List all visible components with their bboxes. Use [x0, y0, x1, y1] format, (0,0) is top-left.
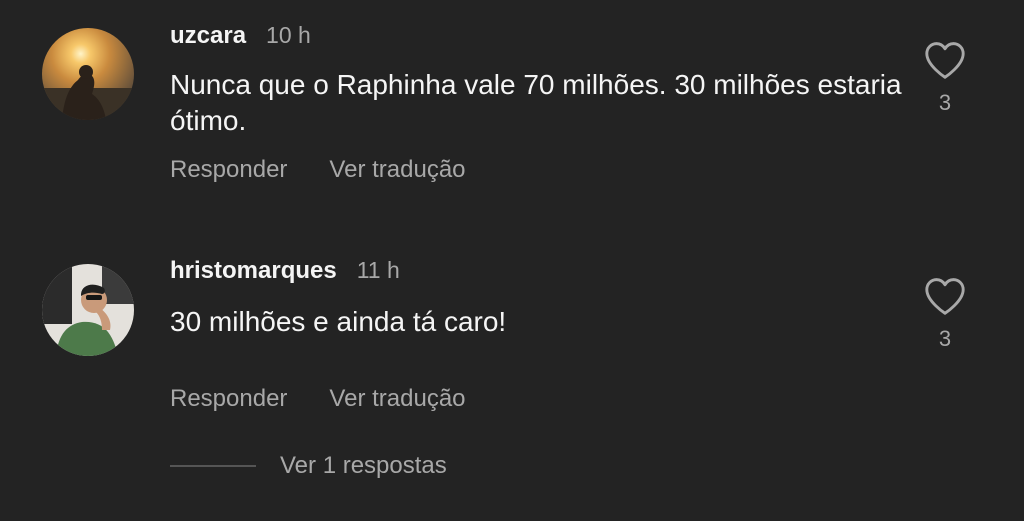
view-replies-toggle[interactable]: Ver 1 respostas [170, 452, 447, 480]
username[interactable]: hristomarques [170, 257, 337, 285]
comment-header: uzcara 10 h [170, 22, 311, 50]
reply-button[interactable]: Responder [170, 156, 287, 184]
comment-actions: Responder Ver tradução [170, 156, 508, 184]
translate-button[interactable]: Ver tradução [329, 156, 465, 184]
comment-text: Nunca que o Raphinha vale 70 milhões. 30… [170, 69, 902, 136]
comment-actions: Responder Ver tradução [170, 385, 508, 413]
like-area: 3 [918, 276, 972, 352]
heart-outline-icon[interactable] [923, 40, 967, 80]
replies-divider [170, 465, 256, 467]
like-area: 3 [918, 40, 972, 116]
comment-text: 30 milhões e ainda tá caro! [170, 306, 507, 337]
timestamp: 10 h [266, 22, 311, 48]
avatar-person-image [42, 264, 134, 356]
avatar[interactable] [42, 28, 134, 120]
username[interactable]: uzcara [170, 22, 246, 50]
heart-outline-icon[interactable] [923, 276, 967, 316]
comment-header: hristomarques 11 h [170, 257, 400, 285]
like-count: 3 [938, 326, 952, 351]
reply-button[interactable]: Responder [170, 385, 287, 413]
avatar[interactable] [42, 264, 134, 356]
timestamp: 11 h [356, 257, 400, 283]
comment-item: hristomarques 11 h 30 milhões e ainda tá… [0, 240, 1024, 440]
comment-item: uzcara 10 h Nunca que o Raphinha vale 70… [0, 0, 1024, 240]
avatar-sunset-image [42, 28, 134, 120]
view-replies-label[interactable]: Ver 1 respostas [280, 452, 447, 480]
translate-button[interactable]: Ver tradução [329, 385, 465, 413]
like-count: 3 [938, 90, 952, 115]
